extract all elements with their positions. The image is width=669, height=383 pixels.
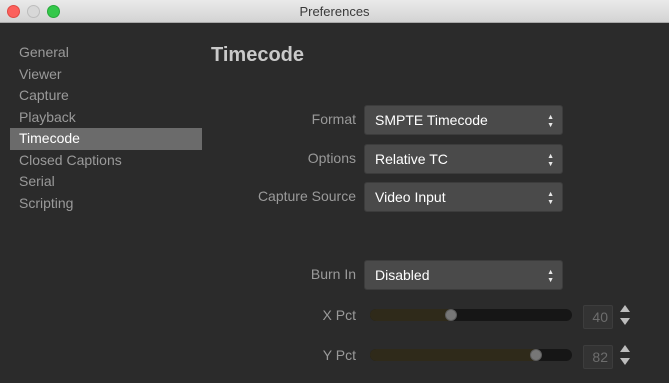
window-title: Preferences <box>299 4 370 19</box>
sidebar-item-playback[interactable]: Playback <box>10 107 202 129</box>
burn-in-label: Burn In <box>310 266 356 282</box>
up-down-chevron-icon: ▲ ▼ <box>547 269 554 284</box>
options-select[interactable]: Relative TC ▲ ▼ <box>364 144 563 174</box>
capture-source-value: Video Input <box>375 189 446 205</box>
x-pct-slider[interactable] <box>370 309 572 321</box>
page-title: Timecode <box>211 44 304 66</box>
stepper-down-icon[interactable] <box>620 318 630 325</box>
x-pct-label: X Pct <box>322 307 356 323</box>
options-label: Options <box>307 150 356 166</box>
sidebar-item-scripting[interactable]: Scripting <box>10 193 202 215</box>
up-down-chevron-icon: ▲ ▼ <box>547 191 554 206</box>
format-label: Format <box>311 111 356 127</box>
sidebar-item-serial[interactable]: Serial <box>10 171 202 193</box>
y-pct-stepper[interactable] <box>618 343 634 369</box>
x-pct-value-field[interactable]: 40 <box>583 305 613 329</box>
x-pct-slider-fill <box>370 309 451 321</box>
sidebar-item-timecode[interactable]: Timecode <box>10 128 202 150</box>
capture-source-select[interactable]: Video Input ▲ ▼ <box>364 182 563 212</box>
y-pct-value-field[interactable]: 82 <box>583 345 613 369</box>
y-pct-slider-fill <box>370 349 536 361</box>
stepper-up-icon[interactable] <box>620 305 630 312</box>
sidebar-item-closed-captions[interactable]: Closed Captions <box>10 150 202 172</box>
x-pct-stepper[interactable] <box>618 303 634 329</box>
y-pct-slider[interactable] <box>370 349 572 361</box>
sidebar: General Viewer Capture Playback Timecode… <box>10 42 202 214</box>
y-pct-slider-thumb[interactable] <box>529 349 542 361</box>
burn-in-value: Disabled <box>375 267 430 283</box>
sidebar-item-capture[interactable]: Capture <box>10 85 202 107</box>
title-bar: Preferences <box>0 0 669 23</box>
options-value: Relative TC <box>375 151 448 167</box>
format-value: SMPTE Timecode <box>375 112 488 128</box>
format-select[interactable]: SMPTE Timecode ▲ ▼ <box>364 105 563 135</box>
burn-in-select[interactable]: Disabled ▲ ▼ <box>364 260 563 290</box>
sidebar-item-general[interactable]: General <box>10 42 202 64</box>
x-pct-slider-thumb[interactable] <box>444 309 457 321</box>
up-down-chevron-icon: ▲ ▼ <box>547 153 554 168</box>
preferences-window: Preferences General Viewer Capture Playb… <box>0 0 669 383</box>
y-pct-label: Y Pct <box>322 347 356 363</box>
up-down-chevron-icon: ▲ ▼ <box>547 114 554 129</box>
sidebar-item-viewer[interactable]: Viewer <box>10 64 202 86</box>
stepper-up-icon[interactable] <box>620 345 630 352</box>
capture-source-label: Capture Source <box>257 188 356 204</box>
stepper-down-icon[interactable] <box>620 358 630 365</box>
